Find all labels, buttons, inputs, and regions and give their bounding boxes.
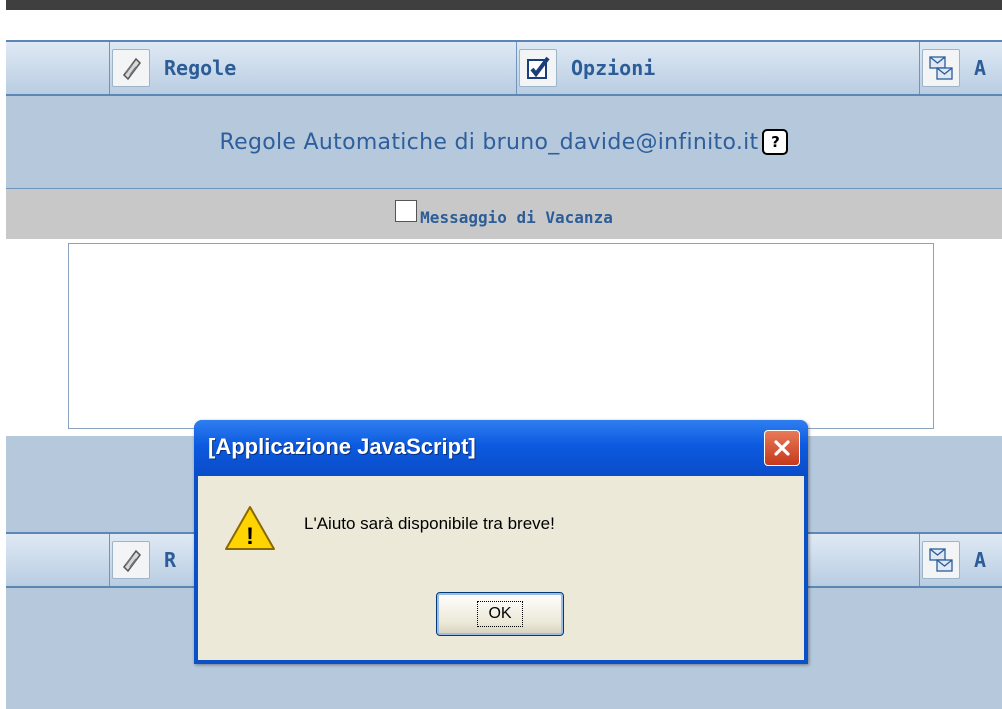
tab-options[interactable]: Opzioni: [516, 42, 655, 94]
ok-button-label: OK: [477, 601, 523, 627]
vacation-bar: Messaggio di Vacanza: [6, 189, 1002, 239]
help-icon[interactable]: ?: [762, 129, 789, 155]
vacation-checkbox[interactable]: [395, 200, 418, 222]
tab-rules-bottom[interactable]: R: [109, 534, 176, 586]
envelopes-icon: [922, 49, 960, 87]
rules-heading-row: Regole Automatiche di bruno_davide@infin…: [6, 96, 1002, 189]
warning-glyph: !: [246, 523, 254, 550]
vacation-message-textarea[interactable]: [68, 243, 934, 429]
tab-third-label: A: [974, 56, 987, 80]
tab-third-bottom[interactable]: A: [919, 534, 986, 586]
tab-third-bottom-label: A: [974, 548, 987, 572]
scroll-quill-icon: [112, 49, 150, 87]
scroll-quill-icon: [112, 541, 150, 579]
ok-button[interactable]: OK: [436, 592, 564, 636]
tab-bar-top: Regole Opzioni A: [6, 40, 1002, 96]
dialog-message: L'Aiuto sarà disponibile tra breve!: [304, 514, 555, 533]
close-icon: [774, 440, 790, 456]
page-title: Regole Automatiche di bruno_davide@infin…: [219, 129, 759, 155]
tab-rules[interactable]: Regole: [109, 42, 236, 94]
top-spacer: [6, 10, 1002, 42]
vacation-label: Messaggio di Vacanza: [420, 207, 613, 227]
dialog-body: ! L'Aiuto sarà disponibile tra breve! OK: [198, 476, 804, 660]
dialog-titlebar[interactable]: [Applicazione JavaScript]: [194, 420, 808, 476]
dialog-title: [Applicazione JavaScript]: [208, 434, 476, 459]
top-bar: [6, 0, 1002, 10]
tab-options-label: Opzioni: [571, 56, 656, 80]
javascript-alert-dialog: [Applicazione JavaScript] ! L'Aiuto sarà…: [194, 420, 808, 664]
tab-rules-label: Regole: [164, 56, 237, 80]
close-button[interactable]: [764, 430, 800, 466]
envelopes-icon: [922, 541, 960, 579]
tab-third[interactable]: A: [919, 42, 986, 94]
warning-icon: !: [225, 506, 275, 550]
checkmark-icon: [519, 49, 557, 87]
tab-rules-bottom-label: R: [164, 548, 177, 572]
